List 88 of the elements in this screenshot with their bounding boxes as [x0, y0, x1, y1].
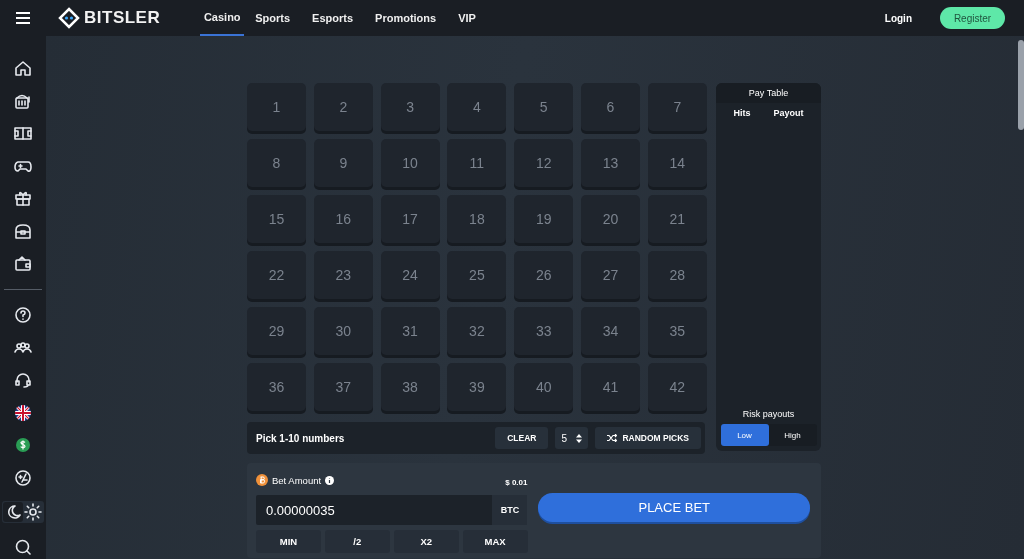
number-tile[interactable]: 25: [447, 251, 507, 299]
random-picks-button[interactable]: RANDOM PICKS: [595, 427, 701, 449]
number-tile[interactable]: 36: [247, 363, 306, 411]
number-tile[interactable]: 28: [647, 251, 707, 299]
pick-hint: Pick 1-10 numbers: [256, 432, 346, 444]
number-tile[interactable]: 29: [247, 307, 306, 355]
number-tile[interactable]: 35: [647, 307, 707, 355]
quick-bet-button[interactable]: /2: [324, 530, 390, 553]
info-icon[interactable]: [325, 475, 335, 485]
number-tile[interactable]: 32: [447, 307, 507, 355]
number-tile[interactable]: 23: [313, 251, 373, 299]
gift-icon[interactable]: [14, 189, 32, 207]
risk-option[interactable]: High: [768, 424, 817, 446]
number-tile[interactable]: 31: [380, 307, 440, 355]
number-tile[interactable]: 1: [247, 83, 306, 131]
number-tile[interactable]: 42: [647, 363, 707, 411]
number-tile[interactable]: 20: [581, 195, 640, 243]
number-tile[interactable]: 11: [447, 139, 507, 187]
wallet-icon[interactable]: [14, 254, 32, 272]
number-tile[interactable]: 41: [581, 363, 640, 411]
number-tile[interactable]: 30: [313, 307, 373, 355]
shuffle-icon: [607, 434, 618, 442]
currency-label: BTC: [492, 495, 528, 525]
number-tile[interactable]: 21: [647, 195, 707, 243]
number-tile[interactable]: 5: [514, 83, 574, 131]
column-header: Payout: [773, 108, 804, 118]
number-tile[interactable]: 18: [447, 195, 507, 243]
nav-tab[interactable]: Promotions: [364, 0, 448, 36]
number-tile[interactable]: 2: [313, 83, 373, 131]
number-tile[interactable]: 37: [313, 363, 373, 411]
number-tile[interactable]: 33: [514, 307, 574, 355]
number-tile[interactable]: 24: [380, 251, 440, 299]
number-tile[interactable]: 17: [380, 195, 440, 243]
nav-tab[interactable]: Sports: [244, 0, 302, 36]
menu-icon[interactable]: [15, 11, 31, 25]
place-bet-button[interactable]: PLACE BET: [538, 493, 810, 522]
number-tile[interactable]: 39: [447, 363, 507, 411]
number-tile[interactable]: 7: [647, 83, 707, 131]
number-tile[interactable]: 10: [380, 139, 440, 187]
number-tile[interactable]: 26: [514, 251, 574, 299]
number-tile[interactable]: 16: [313, 195, 373, 243]
number-tile[interactable]: 12: [514, 139, 574, 187]
number-tile[interactable]: 15: [247, 195, 306, 243]
bet-amount-field[interactable]: 0.00000035: [256, 495, 493, 525]
chest-icon[interactable]: [14, 221, 32, 240]
quick-bet-button[interactable]: MIN: [256, 530, 321, 553]
number-tile[interactable]: 34: [581, 307, 640, 355]
number-tile[interactable]: 40: [514, 363, 574, 411]
column-header: Hits: [733, 108, 751, 118]
number-tile[interactable]: 38: [380, 363, 440, 411]
login-button[interactable]: Login: [878, 11, 918, 25]
number-tile[interactable]: 14: [647, 139, 707, 187]
quick-bet-button[interactable]: X2: [393, 530, 459, 553]
field-icon[interactable]: [14, 124, 32, 142]
dollar-icon[interactable]: [14, 436, 32, 454]
pay-table-title: Pay Table: [716, 83, 821, 103]
count-select[interactable]: 5: [555, 427, 589, 449]
quick-bet-button[interactable]: MAX: [462, 530, 528, 553]
number-tile[interactable]: 6: [581, 83, 640, 131]
risk-label: Risk payouts: [742, 409, 795, 419]
number-tile[interactable]: 4: [447, 83, 507, 131]
number-tile[interactable]: 3: [380, 83, 440, 131]
coin-icon: [256, 474, 268, 486]
number-tile[interactable]: 22: [247, 251, 306, 299]
number-tile[interactable]: 8: [247, 139, 306, 187]
number-tile[interactable]: 13: [581, 139, 640, 187]
search-icon[interactable]: [14, 537, 32, 556]
logo-text: BITSLER: [84, 8, 161, 28]
number-tile[interactable]: 27: [581, 251, 640, 299]
headset-icon[interactable]: [14, 371, 32, 389]
logo-icon: [58, 7, 80, 29]
number-tile[interactable]: 19: [514, 195, 574, 243]
nav-tab[interactable]: VIP: [447, 0, 487, 36]
moon-theme-button[interactable]: [3, 502, 23, 522]
usd-value: $ 0.01: [505, 477, 528, 487]
risk-option[interactable]: Low: [720, 424, 769, 446]
register-button[interactable]: Register: [940, 7, 1005, 29]
number-tile[interactable]: 9: [313, 139, 373, 187]
bet-amount-label: Bet Amount: [272, 474, 322, 486]
flag-icon[interactable]: [14, 403, 32, 422]
stepper-arrows-icon: [576, 433, 583, 443]
clear-button[interactable]: CLEAR: [495, 427, 549, 449]
sun-theme-button[interactable]: [23, 502, 43, 522]
nav-tab[interactable]: Esports: [301, 0, 365, 36]
plus-minus-icon[interactable]: [14, 468, 32, 487]
scrollbar[interactable]: [1018, 40, 1024, 130]
help-icon[interactable]: [14, 306, 32, 324]
home-icon[interactable]: [14, 59, 32, 77]
